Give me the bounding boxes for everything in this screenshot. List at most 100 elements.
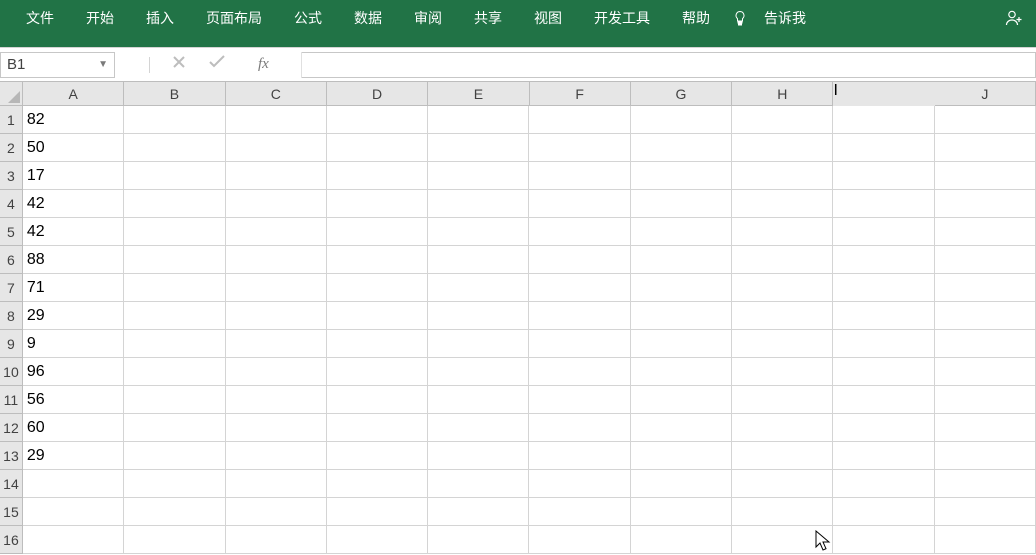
cell-E6[interactable] (428, 246, 529, 274)
cell-E16[interactable] (428, 526, 529, 554)
cell-F9[interactable] (529, 330, 630, 358)
cell-A16[interactable] (23, 526, 124, 554)
cell-D3[interactable] (327, 162, 428, 190)
row-header[interactable]: 3 (0, 162, 23, 190)
cell-G2[interactable] (631, 134, 732, 162)
cell-H14[interactable] (732, 470, 833, 498)
cell-I11[interactable] (833, 386, 934, 414)
cancel-icon[interactable] (172, 55, 186, 74)
cell-G13[interactable] (631, 442, 732, 470)
cell-E9[interactable] (428, 330, 529, 358)
cell-J11[interactable] (935, 386, 1036, 414)
cell-G9[interactable] (631, 330, 732, 358)
col-header-D[interactable]: D (327, 82, 428, 106)
tab-share[interactable]: 共享 (458, 0, 518, 36)
tab-review[interactable]: 审阅 (398, 0, 458, 36)
cell-I8[interactable] (833, 302, 934, 330)
cell-J4[interactable] (935, 190, 1036, 218)
row-header[interactable]: 12 (0, 414, 23, 442)
row-header[interactable]: 1 (0, 106, 23, 134)
cell-I2[interactable] (833, 134, 934, 162)
cell-D14[interactable] (327, 470, 428, 498)
cell-J9[interactable] (935, 330, 1036, 358)
cell-G6[interactable] (631, 246, 732, 274)
cell-F13[interactable] (529, 442, 630, 470)
cell-I6[interactable] (833, 246, 934, 274)
cell-B10[interactable] (124, 358, 225, 386)
cell-J5[interactable] (935, 218, 1036, 246)
cell-G5[interactable] (631, 218, 732, 246)
cell-J8[interactable] (935, 302, 1036, 330)
cell-D7[interactable] (327, 274, 428, 302)
cell-E4[interactable] (428, 190, 529, 218)
row-header[interactable]: 6 (0, 246, 23, 274)
row-header[interactable]: 5 (0, 218, 23, 246)
cell-J14[interactable] (935, 470, 1036, 498)
cell-H6[interactable] (732, 246, 833, 274)
cell-G10[interactable] (631, 358, 732, 386)
share-user-icon[interactable] (1004, 0, 1024, 36)
cell-B7[interactable] (124, 274, 225, 302)
cell-I14[interactable] (833, 470, 934, 498)
cell-E13[interactable] (428, 442, 529, 470)
cell-H12[interactable] (732, 414, 833, 442)
cell-B12[interactable] (124, 414, 225, 442)
cell-E2[interactable] (428, 134, 529, 162)
row-header[interactable]: 14 (0, 470, 23, 498)
cell-B9[interactable] (124, 330, 225, 358)
cell-B2[interactable] (124, 134, 225, 162)
cell-F16[interactable] (529, 526, 630, 554)
cell-B13[interactable] (124, 442, 225, 470)
cell-J2[interactable] (935, 134, 1036, 162)
cell-A13[interactable]: 29 (23, 442, 124, 470)
cell-H10[interactable] (732, 358, 833, 386)
cell-G16[interactable] (631, 526, 732, 554)
col-header-H[interactable]: H (732, 82, 833, 106)
cell-C9[interactable] (226, 330, 327, 358)
cell-I4[interactable] (833, 190, 934, 218)
cell-B6[interactable] (124, 246, 225, 274)
cell-A3[interactable]: 17 (23, 162, 124, 190)
name-box[interactable]: B1 ▼ (0, 52, 115, 78)
cell-G11[interactable] (631, 386, 732, 414)
cell-G8[interactable] (631, 302, 732, 330)
tab-formulas[interactable]: 公式 (278, 0, 338, 36)
cell-D2[interactable] (327, 134, 428, 162)
row-header[interactable]: 16 (0, 526, 23, 554)
cell-B16[interactable] (124, 526, 225, 554)
cell-J12[interactable] (935, 414, 1036, 442)
cell-H7[interactable] (732, 274, 833, 302)
cell-A5[interactable]: 42 (23, 218, 124, 246)
cell-A11[interactable]: 56 (23, 386, 124, 414)
cell-E1[interactable] (428, 106, 529, 134)
row-header[interactable]: 15 (0, 498, 23, 526)
row-header[interactable]: 4 (0, 190, 23, 218)
cell-A10[interactable]: 96 (23, 358, 124, 386)
cell-F4[interactable] (529, 190, 630, 218)
cell-I16[interactable] (833, 526, 934, 554)
cell-B11[interactable] (124, 386, 225, 414)
cell-F1[interactable] (529, 106, 630, 134)
cell-H13[interactable] (732, 442, 833, 470)
cell-A2[interactable]: 50 (23, 134, 124, 162)
col-header-B[interactable]: B (124, 82, 225, 106)
cell-D1[interactable] (327, 106, 428, 134)
fx-icon[interactable]: fx (258, 56, 269, 73)
cell-A4[interactable]: 42 (23, 190, 124, 218)
cell-A8[interactable]: 29 (23, 302, 124, 330)
row-header[interactable]: 2 (0, 134, 23, 162)
cell-H15[interactable] (732, 498, 833, 526)
cell-D8[interactable] (327, 302, 428, 330)
cell-I9[interactable] (833, 330, 934, 358)
cell-F10[interactable] (529, 358, 630, 386)
cell-B4[interactable] (124, 190, 225, 218)
cell-I5[interactable] (833, 218, 934, 246)
cell-H16[interactable] (732, 526, 833, 554)
cell-C5[interactable] (226, 218, 327, 246)
col-header-E[interactable]: E (428, 82, 529, 106)
cell-C1[interactable] (226, 106, 327, 134)
cell-H5[interactable] (732, 218, 833, 246)
cell-F6[interactable] (529, 246, 630, 274)
cell-F15[interactable] (529, 498, 630, 526)
cell-B1[interactable] (124, 106, 225, 134)
